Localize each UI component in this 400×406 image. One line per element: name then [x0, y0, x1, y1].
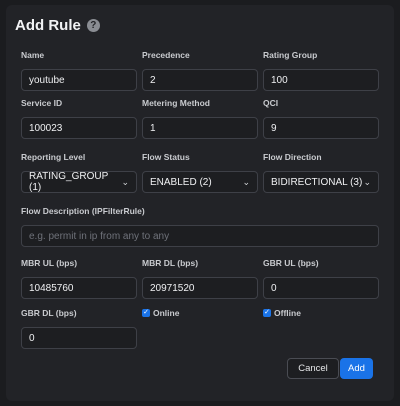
- flow-direction-label: Flow Direction: [263, 152, 322, 162]
- help-icon[interactable]: ?: [86, 19, 100, 32]
- reporting-level-label: Reporting Level: [21, 152, 86, 162]
- precedence-input[interactable]: 2: [142, 69, 258, 91]
- offline-label: Offline: [274, 308, 301, 318]
- flow-description-field: Flow Description (IPFilterRule) e.g. per…: [21, 206, 379, 247]
- offline-checkbox-field[interactable]: ✓ Offline: [263, 308, 301, 318]
- chevron-down-icon: ⌄: [121, 176, 129, 187]
- mbr-dl-field: MBR DL (bps) 20971520: [142, 258, 258, 299]
- flow-status-label: Flow Status: [142, 152, 190, 162]
- service-id-field: Service ID 100023: [21, 98, 137, 139]
- reporting-level-field: Reporting Level RATING_GROUP (1) ⌄: [21, 152, 137, 193]
- flow-status-value: ENABLED (2): [150, 176, 212, 188]
- mbr-ul-field: MBR UL (bps) 10485760: [21, 258, 137, 299]
- reporting-level-select[interactable]: RATING_GROUP (1) ⌄: [21, 171, 137, 193]
- gbr-dl-field: GBR DL (bps) 0: [21, 308, 137, 349]
- mbr-ul-label: MBR UL (bps): [21, 258, 78, 268]
- add-button[interactable]: Add: [340, 358, 373, 379]
- online-label: Online: [153, 308, 180, 318]
- service-id-input[interactable]: 100023: [21, 117, 137, 139]
- rating-group-input[interactable]: 100: [263, 69, 379, 91]
- gbr-dl-input[interactable]: 0: [21, 327, 137, 349]
- cancel-button[interactable]: Cancel: [287, 358, 339, 379]
- qci-label: QCI: [263, 98, 279, 108]
- qci-field: QCI 9: [263, 98, 379, 139]
- dialog-header: Add Rule ?: [15, 17, 100, 34]
- online-checkbox[interactable]: ✓: [142, 309, 150, 317]
- chevron-down-icon: ⌄: [242, 176, 250, 187]
- dialog-title: Add Rule: [15, 17, 81, 34]
- chevron-down-icon: ⌄: [363, 176, 371, 187]
- qci-input[interactable]: 9: [263, 117, 379, 139]
- flow-direction-value: BIDIRECTIONAL (3): [271, 176, 363, 188]
- flow-status-field: Flow Status ENABLED (2) ⌄: [142, 152, 258, 193]
- offline-checkbox[interactable]: ✓: [263, 309, 271, 317]
- metering-method-label: Metering Method: [142, 98, 210, 108]
- gbr-ul-input[interactable]: 0: [263, 277, 379, 299]
- rating-group-field: Rating Group 100: [263, 50, 379, 91]
- flow-status-select[interactable]: ENABLED (2) ⌄: [142, 171, 258, 193]
- precedence-field: Precedence 2: [142, 50, 258, 91]
- mbr-dl-input[interactable]: 20971520: [142, 277, 258, 299]
- gbr-ul-label: GBR UL (bps): [263, 258, 319, 268]
- metering-method-field: Metering Method 1: [142, 98, 258, 139]
- online-checkbox-field[interactable]: ✓ Online: [142, 308, 179, 318]
- precedence-label: Precedence: [142, 50, 190, 60]
- mbr-dl-label: MBR DL (bps): [142, 258, 199, 268]
- rating-group-label: Rating Group: [263, 50, 318, 60]
- flow-direction-select[interactable]: BIDIRECTIONAL (3) ⌄: [263, 171, 379, 193]
- flow-direction-field: Flow Direction BIDIRECTIONAL (3) ⌄: [263, 152, 379, 193]
- flow-description-label: Flow Description (IPFilterRule): [21, 206, 145, 216]
- gbr-ul-field: GBR UL (bps) 0: [263, 258, 379, 299]
- reporting-level-value: RATING_GROUP (1): [29, 171, 109, 193]
- name-field: Name youtube: [21, 50, 137, 91]
- name-label: Name: [21, 50, 45, 60]
- flow-description-input[interactable]: e.g. permit in ip from any to any: [21, 225, 379, 247]
- mbr-ul-input[interactable]: 10485760: [21, 277, 137, 299]
- service-id-label: Service ID: [21, 98, 63, 108]
- metering-method-input[interactable]: 1: [142, 117, 258, 139]
- gbr-dl-label: GBR DL (bps): [21, 308, 77, 318]
- name-input[interactable]: youtube: [21, 69, 137, 91]
